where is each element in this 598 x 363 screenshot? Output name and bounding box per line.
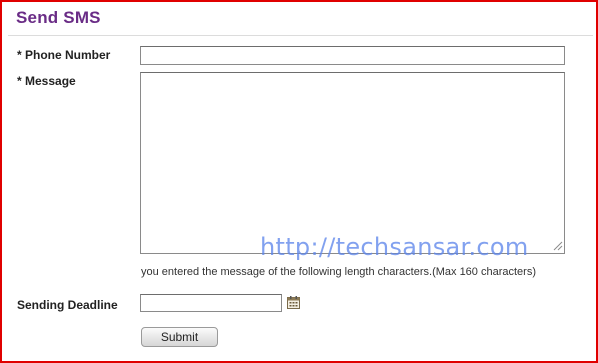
message-textarea[interactable] — [140, 72, 565, 254]
title-divider — [8, 35, 593, 36]
sms-form-panel: Send SMS * Phone Number * Message you en… — [0, 0, 598, 363]
phone-number-input[interactable] — [140, 46, 565, 65]
submit-button[interactable]: Submit — [141, 327, 218, 347]
message-length-hint: you entered the message of the following… — [141, 266, 536, 278]
page-title: Send SMS — [16, 8, 101, 27]
resize-grip-icon[interactable] — [553, 241, 563, 251]
calendar-icon[interactable] — [287, 296, 300, 309]
message-label: * Message — [17, 74, 76, 88]
sending-deadline-input[interactable] — [140, 294, 282, 312]
sending-deadline-label: Sending Deadline — [17, 298, 118, 312]
phone-number-label: * Phone Number — [17, 48, 111, 62]
